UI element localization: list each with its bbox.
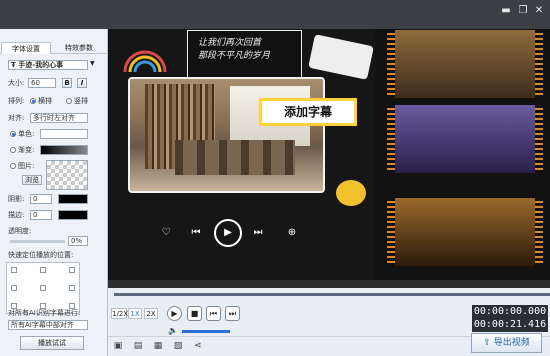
minimize-icon[interactable]: ▬ — [500, 5, 512, 17]
thumbnail-3[interactable] — [395, 198, 535, 266]
film-edge — [387, 198, 395, 266]
volume-slider[interactable] — [182, 330, 230, 333]
speed-1x[interactable]: 1X — [128, 308, 142, 319]
shadow-input[interactable]: 0 — [30, 194, 52, 204]
arrange-horizontal-radio[interactable] — [30, 98, 36, 104]
export-label: 导出视频 — [493, 338, 530, 348]
align-select[interactable]: 多行时左对齐 — [30, 113, 88, 123]
bee-sticker — [336, 180, 366, 206]
pos-top-center[interactable] — [40, 267, 46, 273]
film-edge — [387, 105, 395, 173]
caption-box[interactable]: 添加字幕 — [259, 98, 357, 126]
position-label: 快速定位播放的位置: — [8, 251, 74, 259]
fill-solid-label: 单色: — [18, 130, 35, 138]
photo-frame — [128, 77, 325, 193]
tab-effect-params[interactable]: 特效参数 — [53, 42, 105, 54]
stroke-label: 描边: — [8, 211, 25, 219]
speed-2x[interactable]: 2X — [144, 308, 158, 319]
pos-top-left[interactable] — [11, 267, 17, 273]
align-label: 对齐: — [8, 114, 25, 122]
caption-text: 添加字幕 — [262, 101, 354, 123]
film-edge — [535, 198, 543, 266]
film-edge — [535, 105, 543, 173]
open-folder-icon[interactable]: ▤ — [132, 340, 144, 352]
opacity-slider[interactable] — [10, 240, 65, 243]
bold-button[interactable]: B — [62, 78, 72, 88]
font-icon: Ŧ — [11, 61, 16, 69]
preview-play-icon[interactable]: ▶ — [214, 219, 242, 247]
share-icon[interactable]: ⋖ — [192, 340, 204, 352]
shadow-color-picker[interactable] — [58, 194, 88, 204]
italic-button[interactable]: I — [77, 78, 87, 88]
volume-icon[interactable]: 🔈 — [168, 326, 180, 336]
stop-button[interactable]: ■ — [187, 306, 202, 321]
opacity-input[interactable]: 0% — [68, 236, 88, 246]
rainbow-sticker — [120, 46, 170, 74]
heart-icon[interactable]: ♡ — [158, 226, 174, 240]
solid-color-picker[interactable] — [40, 129, 88, 139]
pos-middle-right[interactable] — [69, 285, 75, 291]
thumbnail-2[interactable] — [395, 105, 535, 173]
fill-gradient-label: 渐变: — [18, 146, 35, 154]
add-circle-icon[interactable]: ⊕ — [284, 226, 300, 240]
opacity-label: 透明度: — [8, 227, 32, 235]
pos-middle-center[interactable] — [40, 285, 46, 291]
font-family-value: 手迹-我的心事 — [18, 61, 64, 69]
prev-frame-button[interactable]: ⏮ — [206, 306, 221, 321]
speed-half[interactable]: 1/2X — [111, 308, 128, 319]
tab-font-settings[interactable]: 字体设置 — [1, 42, 51, 54]
font-size-input[interactable]: 60 — [28, 78, 56, 88]
speech-bubble-text: 让我们再次回首 那段不平凡的岁月 — [187, 30, 302, 78]
next-track-icon[interactable]: ⏭ — [250, 226, 266, 240]
export-icon: ⇪ — [483, 338, 491, 348]
save-icon[interactable]: ▦ — [152, 340, 164, 352]
close-icon[interactable]: ✕ — [533, 5, 545, 17]
fill-image-radio[interactable] — [10, 163, 16, 169]
settings-icon[interactable]: ▧ — [172, 340, 184, 352]
timeline-track[interactable] — [108, 280, 550, 288]
film-edge — [535, 30, 543, 98]
stroke-input[interactable]: 0 — [30, 210, 52, 220]
gradient-color-picker[interactable] — [40, 145, 88, 155]
new-project-icon[interactable]: ▣ — [112, 340, 124, 352]
stroke-color-picker[interactable] — [58, 210, 88, 220]
settings-tabs: 字体设置 特效参数 — [0, 42, 107, 54]
thumbnail-1[interactable] — [395, 30, 535, 98]
title-bar — [0, 0, 550, 29]
ai-align-label: 对所有AI识别字幕进行: — [8, 309, 81, 317]
arrange-vertical-radio[interactable] — [66, 98, 72, 104]
arrange-horizontal-label: 横排 — [38, 97, 52, 105]
chevron-down-icon[interactable]: ▼ — [90, 60, 98, 70]
prev-track-icon[interactable]: ⏮ — [188, 226, 204, 240]
position-grid — [6, 262, 80, 314]
shadow-label: 阴影: — [8, 195, 25, 203]
fill-gradient-radio[interactable] — [10, 147, 16, 153]
ai-align-select[interactable]: 所有AI字幕中部对齐 — [8, 320, 88, 330]
fill-image-label: 图片: — [18, 162, 35, 170]
play-test-button[interactable]: 播放试试 — [20, 336, 84, 350]
film-edge — [387, 30, 395, 98]
fill-solid-radio[interactable] — [10, 131, 16, 137]
export-video-button[interactable]: ⇪ 导出视频 — [471, 333, 542, 353]
arrange-label: 排列: — [8, 97, 25, 105]
play-button[interactable]: ▶ — [167, 306, 182, 321]
size-label: 大小: — [8, 79, 25, 87]
current-time: 00:00:00.000 — [472, 305, 548, 319]
pos-top-right[interactable] — [69, 267, 75, 273]
font-family-select[interactable]: Ŧ 手迹-我的心事 — [8, 60, 88, 70]
pos-middle-left[interactable] — [11, 285, 17, 291]
total-time: 00:00:21.416 — [472, 318, 548, 332]
image-preview — [46, 160, 88, 190]
arrange-vertical-label: 竖排 — [74, 97, 88, 105]
browse-button[interactable]: 浏览 — [22, 175, 42, 185]
restore-icon[interactable]: ❐ — [517, 5, 529, 17]
next-frame-button[interactable]: ⏭ — [225, 306, 240, 321]
